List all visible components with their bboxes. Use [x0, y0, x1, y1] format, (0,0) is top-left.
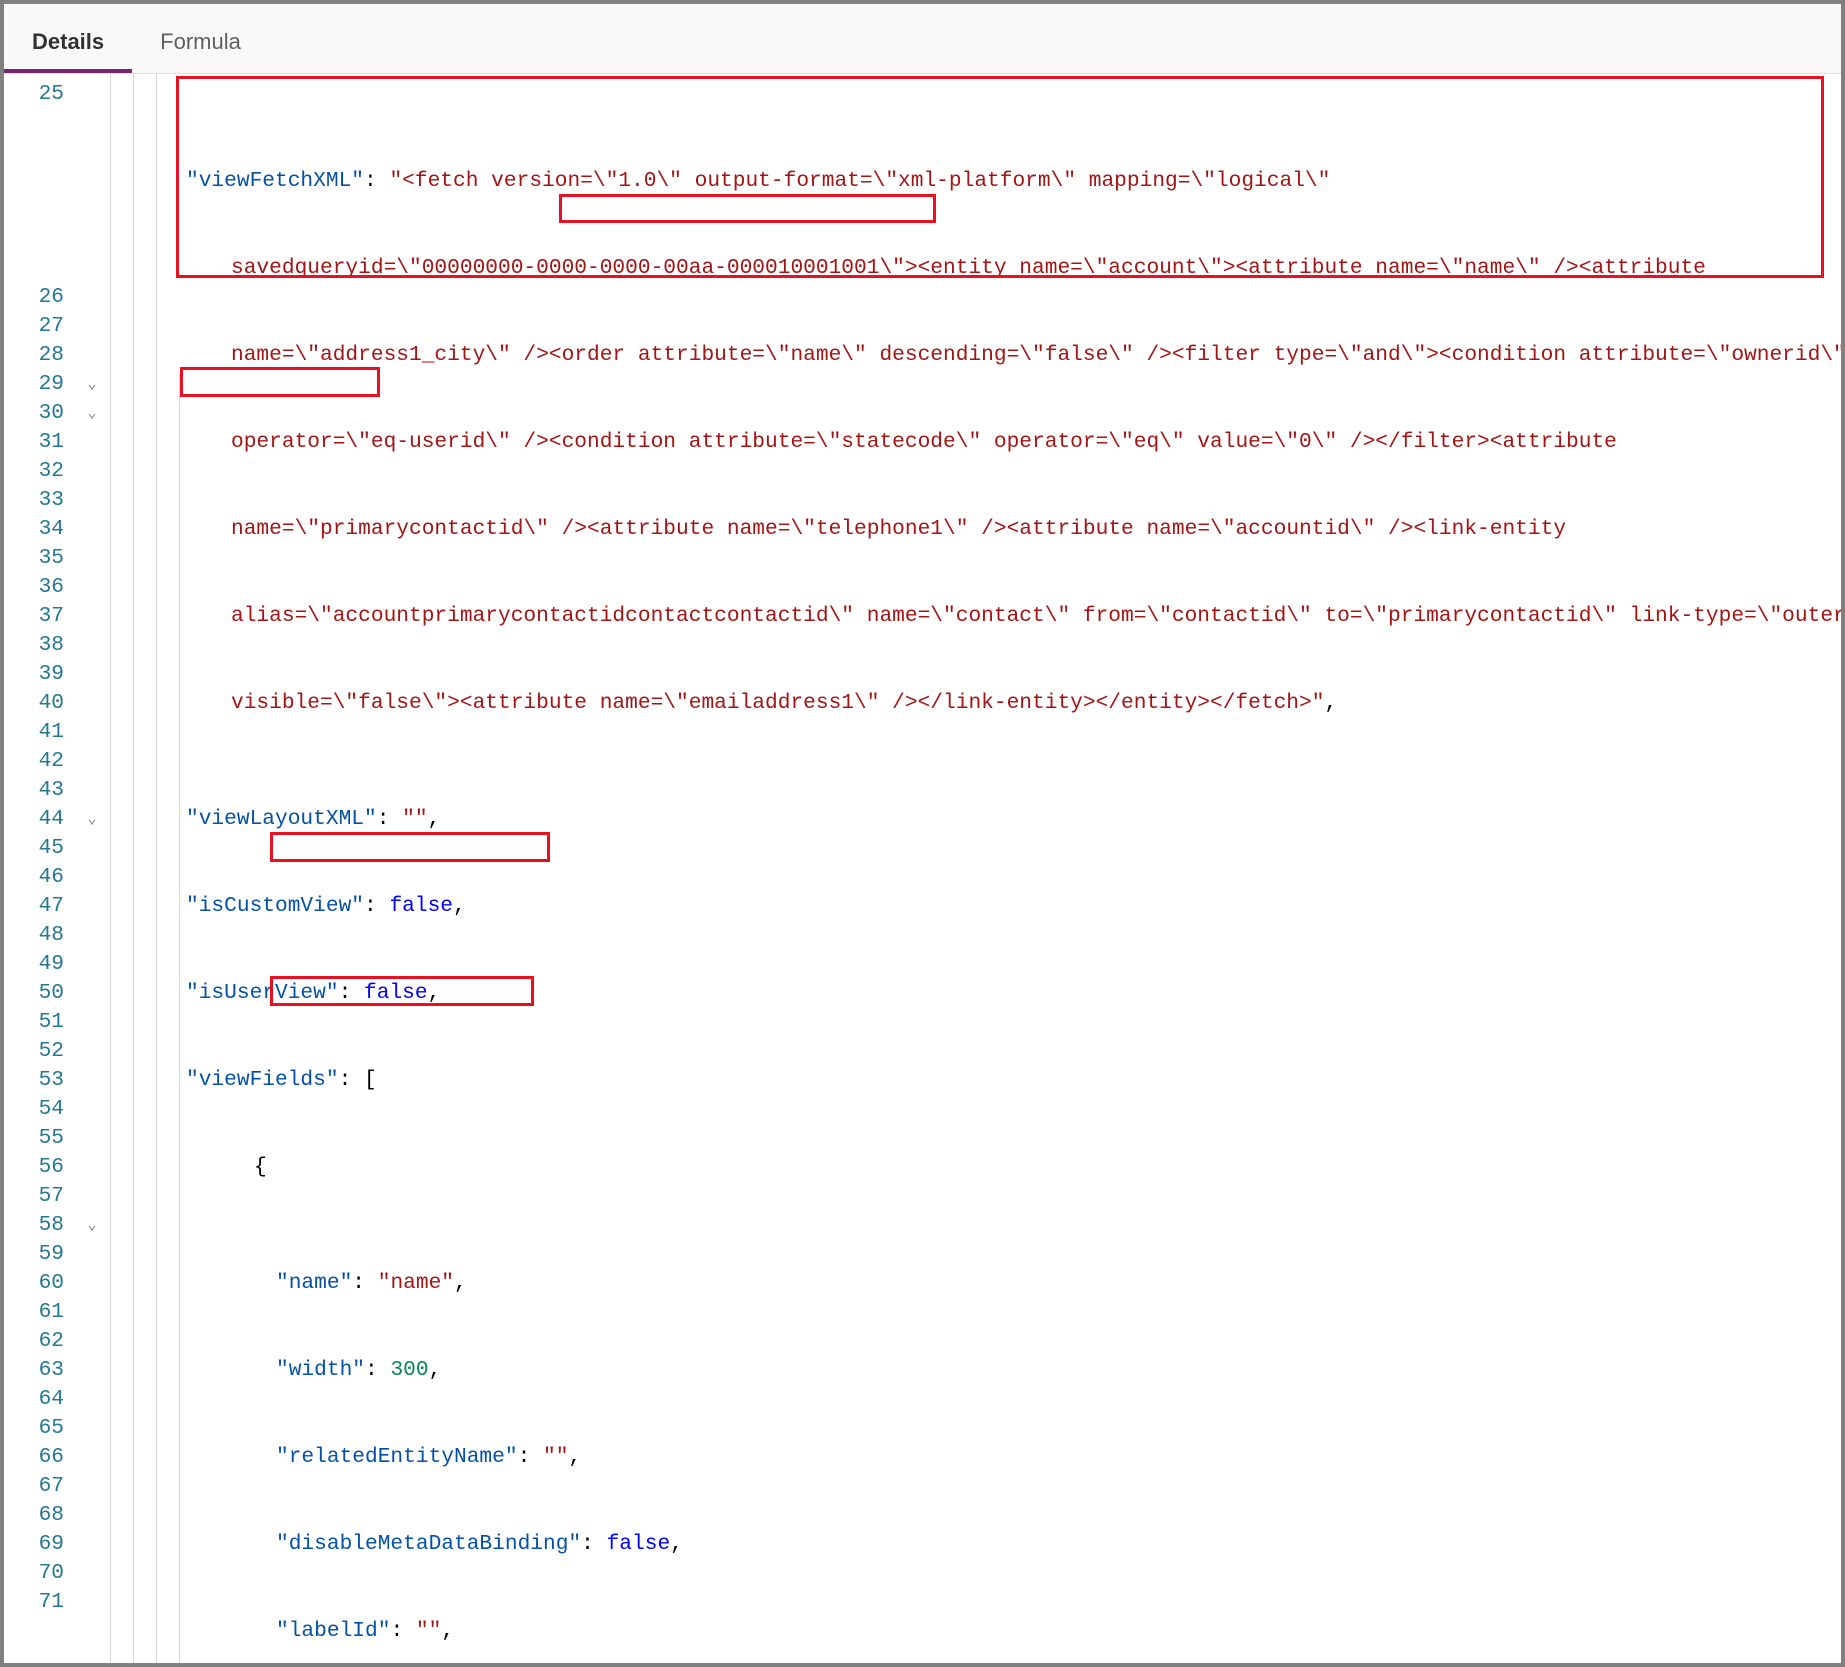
fold-icon: ⌄ [78, 370, 106, 399]
indent-guides [106, 74, 186, 1663]
code-line: "labelId": "", [186, 1617, 1841, 1646]
fold-icon: ⌄ [78, 1211, 106, 1240]
code-line: "viewFields": [ [186, 1066, 1841, 1095]
code-editor[interactable]: 25 2627282930313233343536373839404142434… [4, 74, 1841, 1663]
fold-gutter[interactable]: ⌄ ⌄ ⌄ ⌄ [78, 74, 106, 1663]
fold-icon: ⌄ [78, 399, 106, 428]
tab-details[interactable]: Details [4, 11, 132, 73]
code-line: name=\"address1_city\" /><order attribut… [186, 341, 1841, 370]
code-line: "width": 300, [186, 1356, 1841, 1385]
code-line: "viewLayoutXML": "", [186, 805, 1841, 834]
code-line: "relatedEntityName": "", [186, 1443, 1841, 1472]
code-line: visible=\"false\"><attribute name=\"emai… [186, 689, 1841, 718]
code-line: "isCustomView": false, [186, 892, 1841, 921]
code-line: { [186, 1153, 1841, 1182]
code-line: "name": "name", [186, 1269, 1841, 1298]
code-line: "isUserView": false, [186, 979, 1841, 1008]
code-line: operator=\"eq-userid\" /><condition attr… [186, 428, 1841, 457]
code-line: savedqueryid=\"00000000-0000-0000-00aa-0… [186, 254, 1841, 283]
code-area[interactable]: "viewFetchXML": "<fetch version=\"1.0\" … [186, 74, 1841, 1663]
code-line: "disableMetaDataBinding": false, [186, 1530, 1841, 1559]
annotation-box-attribute-telephone [559, 194, 936, 223]
fold-icon: ⌄ [78, 805, 106, 834]
code-line: name=\"primarycontactid\" /><attribute n… [186, 515, 1841, 544]
code-line: "viewFetchXML": "<fetch version=\"1.0\" … [186, 167, 1841, 196]
annotation-box-viewfields [180, 367, 380, 397]
code-line: alias=\"accountprimarycontactidcontactco… [186, 602, 1841, 631]
tab-bar: Details Formula [4, 4, 1841, 74]
line-number-gutter: 25 2627282930313233343536373839404142434… [4, 74, 78, 1663]
annotation-box-name-telephone1 [270, 832, 550, 862]
tab-formula[interactable]: Formula [132, 11, 269, 73]
